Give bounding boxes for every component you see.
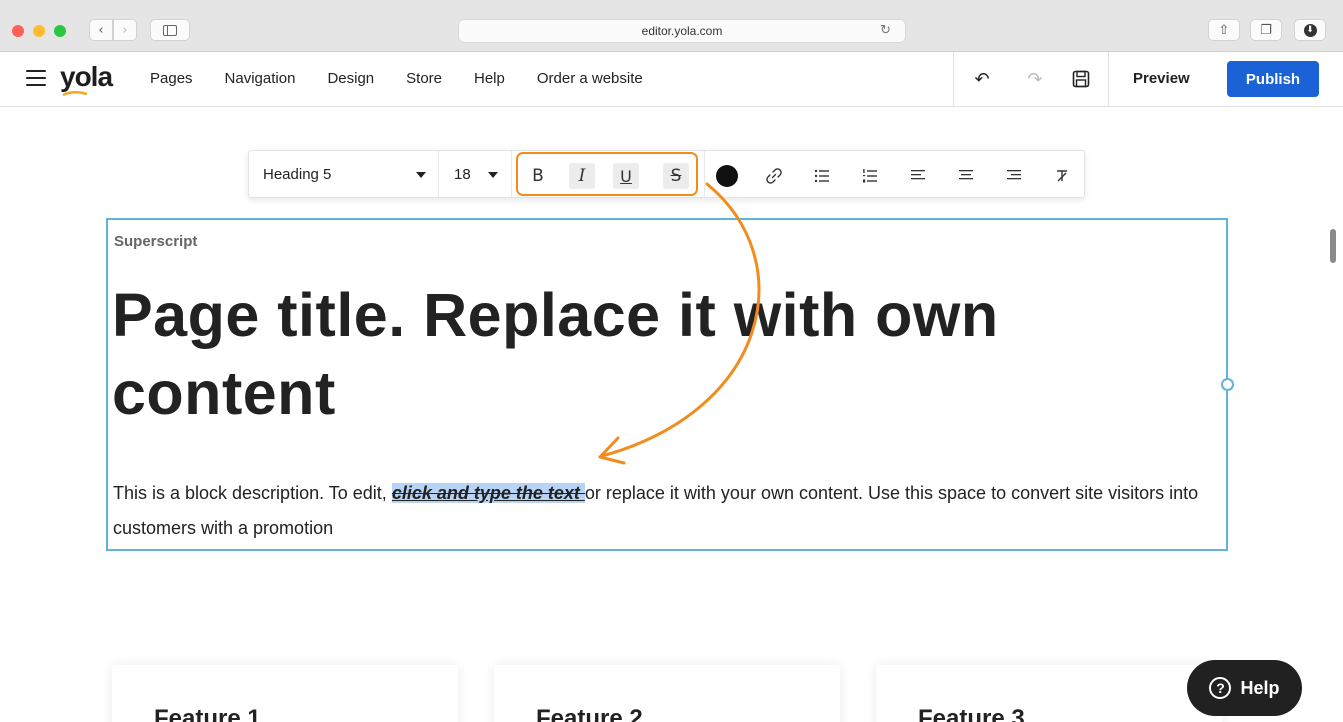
description-text: This is a block description. To edit, xyxy=(113,483,392,503)
sidebar-toggle-button[interactable] xyxy=(150,19,190,41)
back-icon: ‹ xyxy=(98,22,104,38)
color-swatch-icon xyxy=(716,165,738,187)
text-color-button[interactable] xyxy=(714,163,740,189)
align-center-icon[interactable] xyxy=(953,163,979,189)
page-scrollbar[interactable] xyxy=(1330,229,1336,263)
reload-icon[interactable]: ↻ xyxy=(880,23,891,38)
superscript-text[interactable]: Superscript xyxy=(114,233,197,250)
preview-button[interactable]: Preview xyxy=(1133,70,1190,87)
back-button[interactable]: ‹ xyxy=(89,19,113,41)
share-icon: ⇧ xyxy=(1218,22,1230,38)
feature-title: Feature 2 xyxy=(536,705,643,722)
feature-card[interactable]: Feature 3 xyxy=(876,665,1222,722)
help-button[interactable]: ? Help xyxy=(1187,660,1302,716)
feature-title: Feature 1 xyxy=(154,705,261,722)
save-icon[interactable] xyxy=(1068,66,1094,92)
block-description[interactable]: This is a block description. To edit, cl… xyxy=(113,476,1223,546)
sidebar-icon xyxy=(163,24,177,36)
help-icon: ? xyxy=(1209,677,1232,699)
block-resize-handle[interactable] xyxy=(1221,378,1234,391)
download-icon: ⬇ xyxy=(1303,23,1317,37)
help-label: Help xyxy=(1240,677,1280,698)
browser-toolbar: ‹ › editor.yola.com ↻ ⇧ ❐ ⬇ xyxy=(0,0,1343,52)
numbered-list-icon[interactable] xyxy=(857,163,883,189)
menu-help[interactable]: Help xyxy=(474,70,505,87)
main-menu: Pages Navigation Design Store Help Order… xyxy=(150,70,675,87)
menu-design[interactable]: Design xyxy=(327,70,374,87)
page-title[interactable]: Page title. Replace it with own content xyxy=(112,276,1192,432)
url-text: editor.yola.com xyxy=(641,24,723,38)
editor-header: yola Pages Navigation Design Store Help … xyxy=(0,52,1343,107)
downloads-button[interactable]: ⬇ xyxy=(1294,19,1326,41)
forward-button[interactable]: › xyxy=(113,19,137,41)
chevron-down-icon[interactable] xyxy=(416,172,426,178)
align-left-icon[interactable] xyxy=(905,163,931,189)
yola-logo: yola xyxy=(60,61,113,92)
format-buttons-highlight xyxy=(516,152,698,196)
menu-order-website[interactable]: Order a website xyxy=(537,70,643,87)
header-divider xyxy=(953,52,954,107)
clear-formatting-icon[interactable] xyxy=(1049,163,1075,189)
font-size-select[interactable]: 18 xyxy=(454,166,471,183)
hamburger-menu-icon[interactable] xyxy=(26,70,46,86)
menu-store[interactable]: Store xyxy=(406,70,442,87)
toolbar-divider xyxy=(511,151,512,199)
forward-icon: › xyxy=(122,22,128,38)
bulleted-list-icon[interactable] xyxy=(809,163,835,189)
text-style-select[interactable]: Heading 5 xyxy=(263,166,331,183)
share-button[interactable]: ⇧ xyxy=(1208,19,1240,41)
feature-card[interactable]: Feature 1 xyxy=(112,665,458,722)
chevron-down-icon[interactable] xyxy=(488,172,498,178)
toolbar-divider xyxy=(438,151,439,199)
tabs-icon: ❐ xyxy=(1260,22,1272,38)
feature-title: Feature 3 xyxy=(918,705,1025,722)
undo-icon[interactable]: ↶ xyxy=(969,66,995,92)
link-icon[interactable] xyxy=(761,163,787,189)
tabs-overview-button[interactable]: ❐ xyxy=(1250,19,1282,41)
selected-text[interactable]: click and type the text xyxy=(391,483,585,503)
align-right-icon[interactable] xyxy=(1001,163,1027,189)
maximize-window-button[interactable] xyxy=(54,25,66,37)
address-bar[interactable]: editor.yola.com ↻ xyxy=(458,19,906,43)
header-divider xyxy=(1108,52,1109,107)
close-window-button[interactable] xyxy=(12,25,24,37)
toolbar-divider xyxy=(704,151,705,199)
redo-icon[interactable]: ↷ xyxy=(1022,66,1048,92)
feature-card[interactable]: Feature 2 xyxy=(494,665,840,722)
menu-navigation[interactable]: Navigation xyxy=(225,70,296,87)
logo-swoosh xyxy=(62,91,88,97)
minimize-window-button[interactable] xyxy=(33,25,45,37)
menu-pages[interactable]: Pages xyxy=(150,70,193,87)
publish-button[interactable]: Publish xyxy=(1227,61,1319,97)
